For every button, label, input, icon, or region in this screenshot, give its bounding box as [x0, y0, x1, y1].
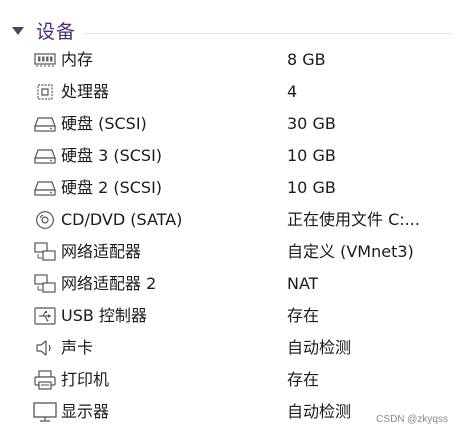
cd-dvd-icon — [33, 210, 57, 230]
device-summary: 存在 — [287, 306, 320, 325]
usb-icon — [33, 306, 57, 326]
device-list: 内存 8 GB 处理器 4 硬盘 (SCSI) 30 GB 硬盘 3 (SCSI) 10 GB… — [0, 44, 460, 428]
device-row[interactable]: 网络适配器 自定义 (VMnet3) — [0, 236, 460, 268]
device-name: CD/DVD (SATA) — [61, 210, 183, 229]
hard-disk-icon — [33, 146, 57, 166]
device-summary: 8 GB — [287, 50, 326, 69]
device-row[interactable]: 内存 8 GB — [0, 44, 460, 76]
device-name: 硬盘 2 (SCSI) — [61, 178, 163, 197]
devices-section-header[interactable]: 设备 — [12, 18, 452, 43]
printer-icon — [33, 370, 57, 390]
collapse-caret-icon[interactable] — [12, 27, 24, 35]
device-summary: 自动检测 — [287, 338, 352, 357]
device-name: 处理器 — [61, 82, 110, 101]
device-name: 显示器 — [61, 402, 110, 421]
section-divider — [84, 32, 452, 34]
device-summary: 正在使用文件 C:... — [287, 210, 420, 229]
device-row[interactable]: CD/DVD (SATA) 正在使用文件 C:... — [0, 204, 460, 236]
network-adapter-icon — [33, 274, 57, 294]
device-row[interactable]: USB 控制器 存在 — [0, 300, 460, 332]
device-name: 内存 — [61, 50, 94, 69]
speaker-icon — [33, 338, 57, 358]
device-summary: 4 — [287, 82, 298, 101]
watermark: CSDN @zkyqss — [376, 414, 448, 425]
device-name: 网络适配器 — [61, 242, 142, 261]
network-adapter-icon — [33, 242, 57, 262]
hard-disk-icon — [33, 178, 57, 198]
monitor-icon — [33, 402, 57, 422]
device-row[interactable]: 硬盘 (SCSI) 30 GB — [0, 108, 460, 140]
processor-icon — [33, 82, 57, 102]
device-summary: 30 GB — [287, 114, 336, 133]
device-row[interactable]: 打印机 存在 — [0, 364, 460, 396]
device-name: 声卡 — [61, 338, 94, 357]
device-row[interactable]: 网络适配器 2 NAT — [0, 268, 460, 300]
device-summary: 10 GB — [287, 178, 336, 197]
device-row[interactable]: 硬盘 3 (SCSI) 10 GB — [0, 140, 460, 172]
device-summary: 自动检测 — [287, 402, 352, 421]
device-name: 硬盘 3 (SCSI) — [61, 146, 163, 165]
device-summary: 10 GB — [287, 146, 336, 165]
device-row[interactable]: 声卡 自动检测 — [0, 332, 460, 364]
device-name: 硬盘 (SCSI) — [61, 114, 147, 133]
memory-icon — [33, 50, 57, 70]
device-name: USB 控制器 — [61, 306, 147, 325]
section-title: 设备 — [36, 20, 77, 43]
device-name: 打印机 — [61, 370, 110, 389]
device-summary: 自定义 (VMnet3) — [287, 242, 414, 261]
device-row[interactable]: 处理器 4 — [0, 76, 460, 108]
hard-disk-icon — [33, 114, 57, 134]
device-summary: 存在 — [287, 370, 320, 389]
device-name: 网络适配器 2 — [61, 274, 157, 293]
device-summary: NAT — [287, 274, 319, 293]
device-row[interactable]: 硬盘 2 (SCSI) 10 GB — [0, 172, 460, 204]
